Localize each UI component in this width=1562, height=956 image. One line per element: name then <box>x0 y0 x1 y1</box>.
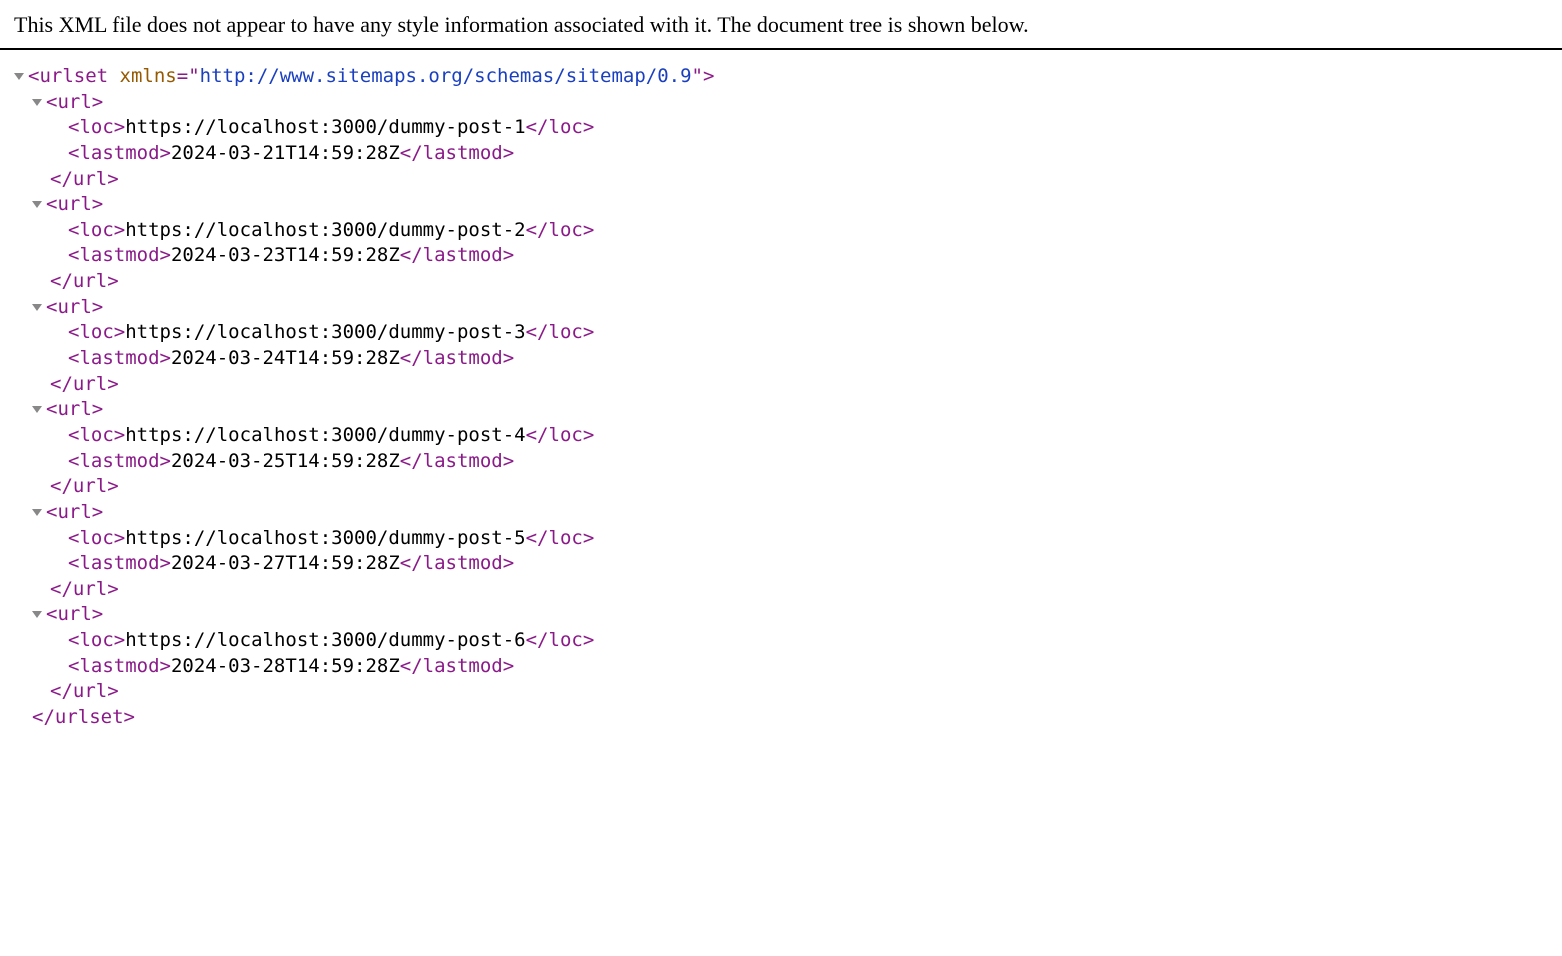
tag-lastmod-close: lastmod <box>423 142 503 164</box>
xml-url-close-line: </url> <box>14 269 1562 295</box>
xml-url-close-line: </url> <box>14 577 1562 603</box>
lastmod-value: 2024-03-23T14:59:28Z <box>171 244 400 266</box>
tag-url-close: url <box>73 475 107 497</box>
tag-lastmod-close: lastmod <box>423 347 503 369</box>
expand-caret-icon[interactable] <box>14 73 24 80</box>
tag-url: url <box>57 91 91 113</box>
xml-lastmod-line: <lastmod>2024-03-24T14:59:28Z</lastmod> <box>14 346 1562 372</box>
tag-loc-close: loc <box>549 116 583 138</box>
tag-lastmod: lastmod <box>79 142 159 164</box>
xml-no-style-warning: This XML file does not appear to have an… <box>0 0 1562 50</box>
xml-url-close-line: </url> <box>14 679 1562 705</box>
loc-value: https://localhost:3000/dummy-post-2 <box>125 219 525 241</box>
xml-url-close-line: </url> <box>14 372 1562 398</box>
loc-value: https://localhost:3000/dummy-post-4 <box>125 424 525 446</box>
xml-loc-line: <loc>https://localhost:3000/dummy-post-5… <box>14 526 1562 552</box>
loc-value: https://localhost:3000/dummy-post-5 <box>125 527 525 549</box>
xml-url-open-line: <url> <box>14 397 1562 423</box>
tag-url: url <box>57 501 91 523</box>
tag-lastmod-close: lastmod <box>423 655 503 677</box>
xml-lastmod-line: <lastmod>2024-03-28T14:59:28Z</lastmod> <box>14 654 1562 680</box>
lastmod-value: 2024-03-24T14:59:28Z <box>171 347 400 369</box>
tag-loc: loc <box>79 116 113 138</box>
tag-loc: loc <box>79 527 113 549</box>
xml-lastmod-line: <lastmod>2024-03-25T14:59:28Z</lastmod> <box>14 449 1562 475</box>
xml-root-open-line: <urlset xmlns="http://www.sitemaps.org/s… <box>14 64 1562 90</box>
tag-loc: loc <box>79 219 113 241</box>
loc-value: https://localhost:3000/dummy-post-3 <box>125 321 525 343</box>
tag-url: url <box>57 603 91 625</box>
tag-lastmod-close: lastmod <box>423 450 503 472</box>
xml-lastmod-line: <lastmod>2024-03-21T14:59:28Z</lastmod> <box>14 141 1562 167</box>
tag-url-close: url <box>73 373 107 395</box>
xml-url-open-line: <url> <box>14 90 1562 116</box>
xml-url-close-line: </url> <box>14 167 1562 193</box>
tag-lastmod: lastmod <box>79 244 159 266</box>
lastmod-value: 2024-03-27T14:59:28Z <box>171 552 400 574</box>
attr-xmlns-value: http://www.sitemaps.org/schemas/sitemap/… <box>200 65 692 87</box>
xml-url-open-line: <url> <box>14 295 1562 321</box>
tag-url-close: url <box>73 168 107 190</box>
xml-loc-line: <loc>https://localhost:3000/dummy-post-3… <box>14 320 1562 346</box>
loc-value: https://localhost:3000/dummy-post-6 <box>125 629 525 651</box>
tag-loc: loc <box>79 424 113 446</box>
expand-caret-icon[interactable] <box>32 201 42 208</box>
xml-loc-line: <loc>https://localhost:3000/dummy-post-4… <box>14 423 1562 449</box>
tag-url-close: url <box>73 680 107 702</box>
tag-lastmod: lastmod <box>79 552 159 574</box>
tag-loc-close: loc <box>549 321 583 343</box>
expand-caret-icon[interactable] <box>32 406 42 413</box>
attr-xmlns: xmlns <box>120 65 177 87</box>
tag-lastmod: lastmod <box>79 450 159 472</box>
tag-url: url <box>57 398 91 420</box>
xml-root-close-line: </urlset> <box>14 705 1562 731</box>
lastmod-value: 2024-03-28T14:59:28Z <box>171 655 400 677</box>
tag-loc-close: loc <box>549 424 583 446</box>
tag-loc-close: loc <box>549 219 583 241</box>
tag-lastmod-close: lastmod <box>423 244 503 266</box>
xml-loc-line: <loc>https://localhost:3000/dummy-post-2… <box>14 218 1562 244</box>
xml-lastmod-line: <lastmod>2024-03-27T14:59:28Z</lastmod> <box>14 551 1562 577</box>
xml-tree: <urlset xmlns="http://www.sitemaps.org/s… <box>0 50 1562 731</box>
tag-urlset: urlset <box>39 65 108 87</box>
xml-url-open-line: <url> <box>14 192 1562 218</box>
tag-url-close: url <box>73 270 107 292</box>
tag-loc: loc <box>79 629 113 651</box>
xml-loc-line: <loc>https://localhost:3000/dummy-post-6… <box>14 628 1562 654</box>
expand-caret-icon[interactable] <box>32 304 42 311</box>
xml-loc-line: <loc>https://localhost:3000/dummy-post-1… <box>14 115 1562 141</box>
tag-url-close: url <box>73 578 107 600</box>
lastmod-value: 2024-03-21T14:59:28Z <box>171 142 400 164</box>
tag-lastmod-close: lastmod <box>423 552 503 574</box>
tag-lastmod: lastmod <box>79 347 159 369</box>
tag-loc-close: loc <box>549 629 583 651</box>
tag-url: url <box>57 296 91 318</box>
expand-caret-icon[interactable] <box>32 509 42 516</box>
tag-loc: loc <box>79 321 113 343</box>
lastmod-value: 2024-03-25T14:59:28Z <box>171 450 400 472</box>
xml-url-open-line: <url> <box>14 602 1562 628</box>
xml-url-close-line: </url> <box>14 474 1562 500</box>
xml-url-open-line: <url> <box>14 500 1562 526</box>
loc-value: https://localhost:3000/dummy-post-1 <box>125 116 525 138</box>
xml-lastmod-line: <lastmod>2024-03-23T14:59:28Z</lastmod> <box>14 243 1562 269</box>
expand-caret-icon[interactable] <box>32 611 42 618</box>
tag-urlset-close: urlset <box>55 706 124 728</box>
tag-loc-close: loc <box>549 527 583 549</box>
tag-url: url <box>57 193 91 215</box>
tag-lastmod: lastmod <box>79 655 159 677</box>
expand-caret-icon[interactable] <box>32 99 42 106</box>
